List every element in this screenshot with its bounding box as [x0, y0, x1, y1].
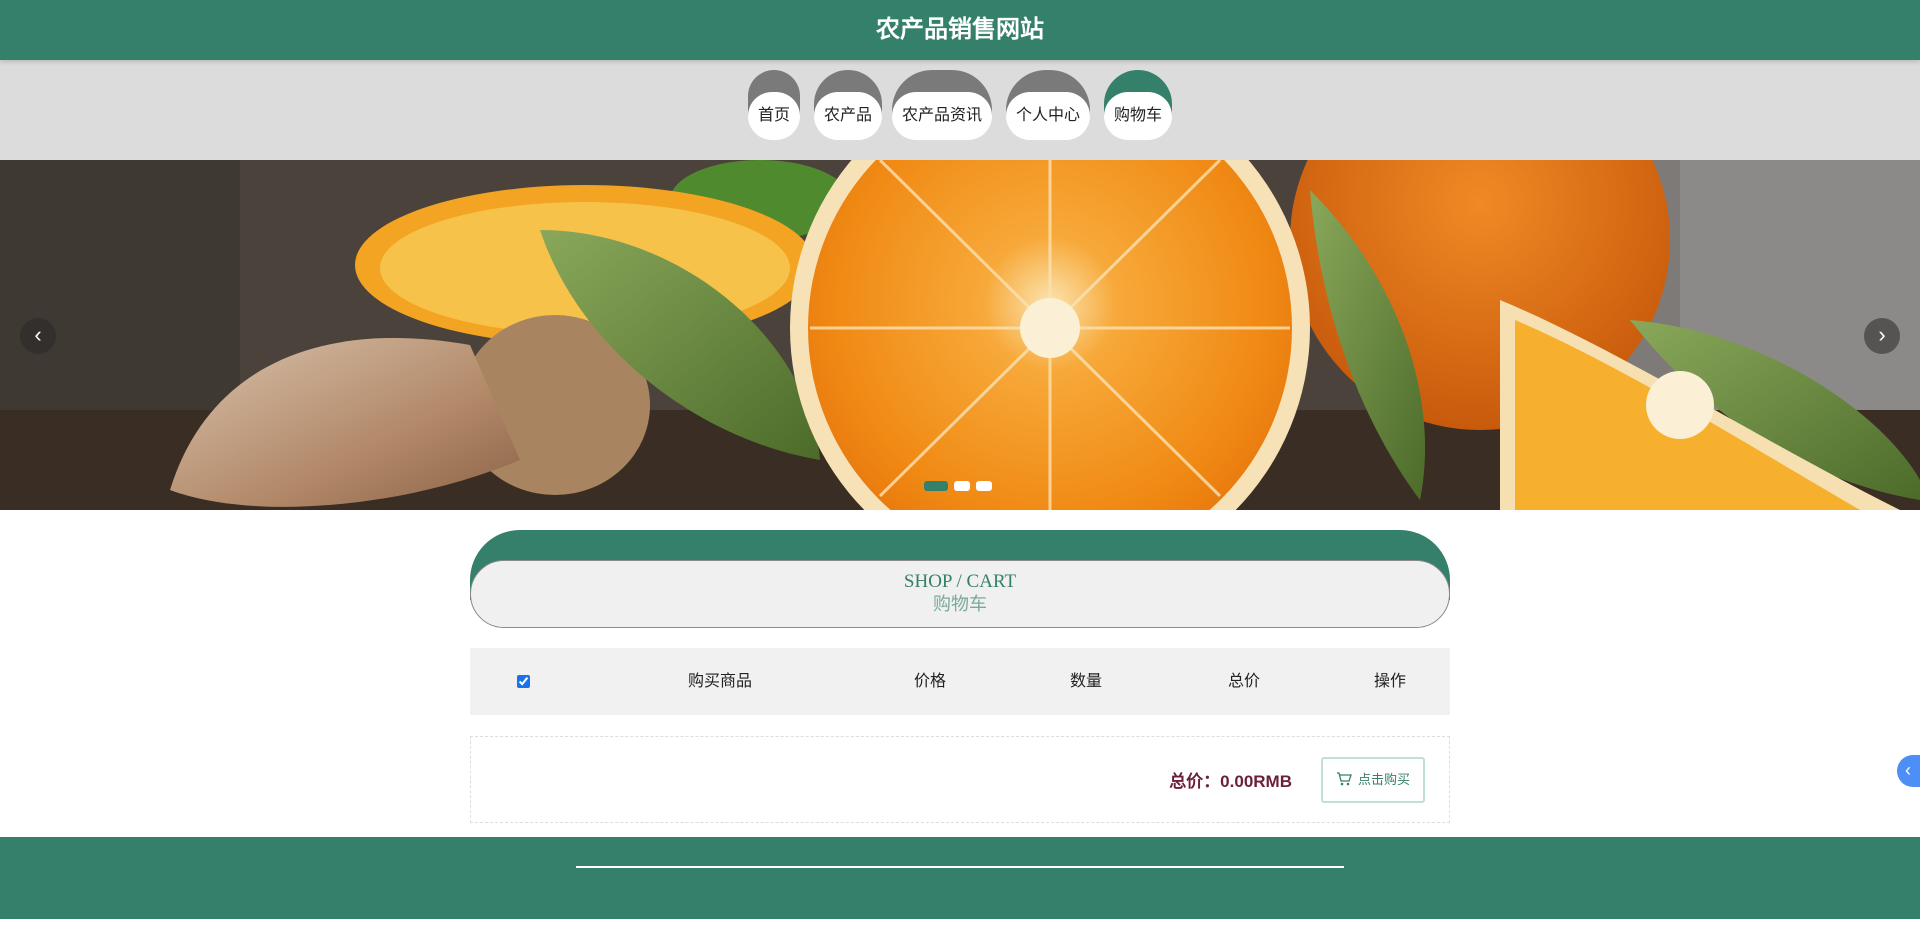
column-header-price: 价格 — [913, 673, 946, 690]
column-header-total: 总价 — [1227, 673, 1260, 690]
cart-total-text: 总价：0.00RMB — [1169, 772, 1292, 791]
main-nav: 首页 农产品 农产品资讯 个人中心 购物车 — [0, 60, 1920, 160]
nav-item-label[interactable]: 农产品资讯 — [892, 92, 992, 140]
banner-image — [0, 160, 1920, 510]
carousel-indicators — [924, 478, 998, 491]
section-title-en: SHOP / CART — [903, 571, 1017, 592]
section-title-pill: SHOP / CART 购物车 — [470, 560, 1450, 628]
carousel-dot[interactable] — [976, 481, 992, 491]
cart-summary: 总价：0.00RMB 点击购买 — [470, 736, 1450, 823]
nav-item-label[interactable]: 个人中心 — [1006, 92, 1090, 140]
column-header-product: 购买商品 — [687, 673, 752, 690]
cart-table-header: 购买商品 价格 数量 总价 操作 — [470, 648, 1450, 715]
nav-item-label[interactable]: 首页 — [748, 92, 800, 140]
nav-item-news[interactable]: 农产品资讯 — [892, 70, 992, 152]
nav-item-profile[interactable]: 个人中心 — [1006, 70, 1090, 152]
section-title: SHOP / CART 购物车 — [470, 530, 1450, 628]
select-all-checkbox[interactable] — [517, 675, 530, 688]
banner-carousel: ‹ › — [0, 160, 1920, 510]
column-header-action: 操作 — [1373, 673, 1406, 690]
nav-item-home[interactable]: 首页 — [748, 70, 800, 152]
nav-item-label[interactable]: 购物车 — [1104, 92, 1172, 140]
section-title-cn: 购物车 — [933, 594, 987, 614]
site-title: 农产品销售网站 — [876, 16, 1044, 43]
side-panel-toggle[interactable]: ‹ — [1897, 755, 1920, 787]
cart-icon — [1336, 772, 1352, 786]
carousel-next-button[interactable]: › — [1864, 318, 1900, 354]
site-header: 农产品销售网站 — [0, 0, 1920, 60]
carousel-prev-button[interactable]: ‹ — [20, 318, 56, 354]
footer-divider — [576, 866, 1344, 868]
buy-button[interactable]: 点击购买 — [1321, 757, 1425, 803]
site-footer — [0, 837, 1920, 919]
chevron-left-icon: ‹ — [1905, 760, 1911, 780]
carousel-dot[interactable] — [954, 481, 970, 491]
nav-item-products[interactable]: 农产品 — [814, 70, 882, 152]
buy-button-label: 点击购买 — [1357, 772, 1410, 787]
nav-item-label[interactable]: 农产品 — [814, 92, 882, 140]
carousel-dot[interactable] — [924, 481, 948, 491]
column-header-quantity: 数量 — [1069, 673, 1102, 690]
chevron-right-icon: › — [1878, 322, 1886, 347]
chevron-left-icon: ‹ — [34, 322, 42, 347]
nav-item-cart[interactable]: 购物车 — [1104, 70, 1172, 152]
